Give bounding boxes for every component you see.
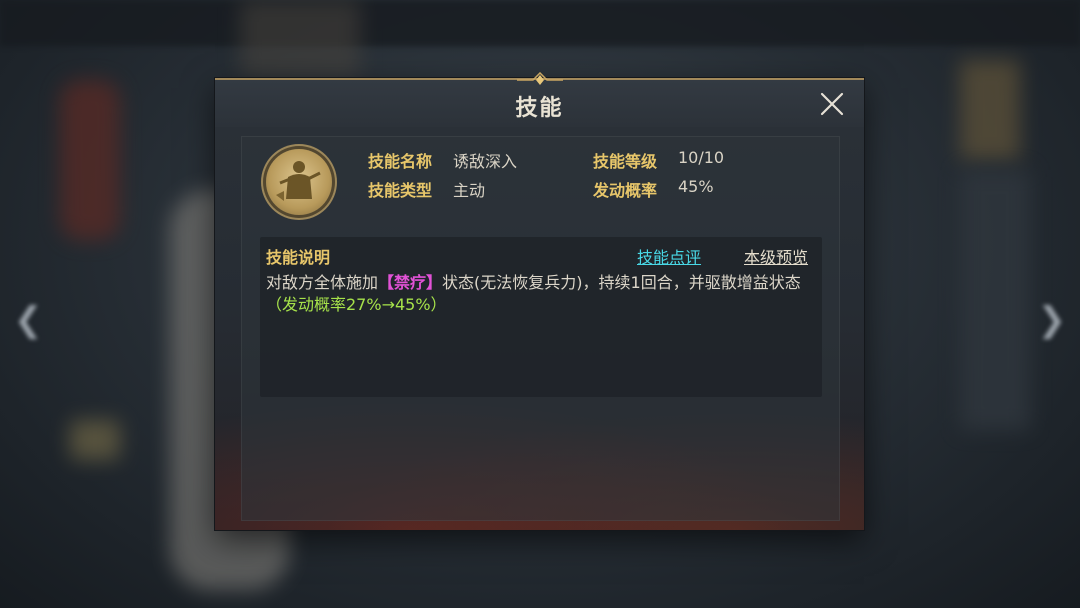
background-right-arrow-icon: ❯ [1037, 300, 1067, 340]
activation-rate-note: （发动概率27%→45%） [266, 295, 447, 314]
background-badge [70, 420, 120, 460]
description-prefix: 对敌方全体施加 [266, 273, 379, 292]
skill-type-label: 技能类型 [368, 181, 433, 200]
skill-name-value: 诱敌深入 [453, 152, 518, 171]
background-top-bar [0, 0, 1080, 46]
header-ornament-icon [516, 72, 563, 85]
description-middle: 状态(无法恢复兵力)，持续1回合，并驱散增益状态 [442, 273, 801, 292]
skill-description-box: 技能说明 技能点评 本级预览 对敌方全体施加【禁疗】状态(无法恢复兵力)，持续1… [260, 237, 822, 397]
skill-portrait-icon [266, 149, 332, 215]
dialog-title: 技能 [515, 96, 564, 121]
skill-panel: 技能名称 诱敌深入 技能类型 主动 技能等级 10/10 发动概率 45% 技能… [241, 136, 840, 521]
skill-level-label: 技能等级 [593, 152, 658, 171]
dialog-header: 技能 [215, 72, 864, 127]
activation-rate-label: 发动概率 [593, 181, 658, 200]
skill-name-label: 技能名称 [368, 152, 433, 171]
skill-review-link[interactable]: 技能点评 [637, 244, 701, 268]
level-preview-link[interactable]: 本级预览 [744, 244, 808, 268]
background-weapon [240, 0, 360, 80]
description-text: 对敌方全体施加【禁疗】状态(无法恢复兵力)，持续1回合，并驱散增益状态 （发动概率… [266, 272, 814, 316]
skill-type-value: 主动 [453, 181, 486, 200]
activation-rate-value: 45% [678, 177, 714, 196]
background-tab [960, 60, 1020, 160]
skill-dialog: 技能 技能名称 诱敌深入 技能类型 主动 技能等级 10/10 发动概率 45%… [215, 72, 864, 530]
status-keyword: 【禁疗】 [378, 273, 443, 292]
background-left-arrow-icon: ❮ [14, 300, 43, 340]
close-icon[interactable] [818, 90, 846, 118]
background-side-panel [960, 170, 1030, 430]
skill-level-value: 10/10 [678, 148, 725, 167]
background-banner [60, 80, 120, 240]
description-header: 技能说明 [266, 248, 331, 267]
